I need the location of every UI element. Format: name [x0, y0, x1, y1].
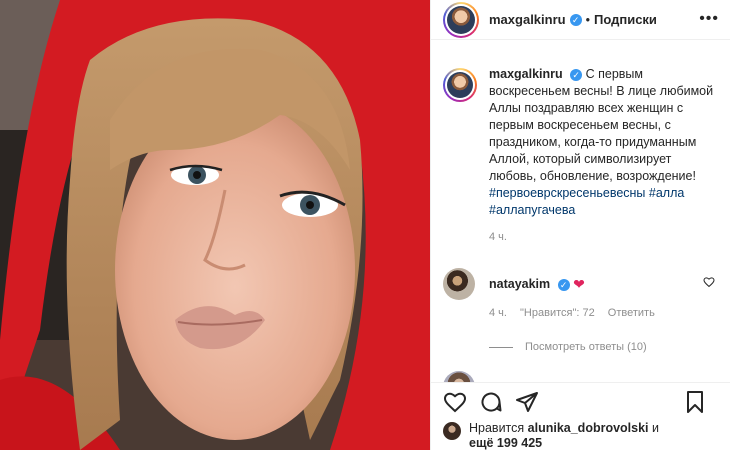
replies-divider	[489, 346, 513, 348]
post-header: maxgalkinru ✓ • Подписки •••	[431, 0, 730, 40]
verified-badge-icon: ✓	[570, 68, 583, 81]
author-username[interactable]: maxgalkinru	[489, 12, 566, 27]
liked-more-count[interactable]: ещё 199 425	[469, 436, 542, 450]
view-replies-label: Посмотреть ответы (10)	[525, 341, 647, 353]
liker-avatar[interactable]	[443, 422, 461, 440]
action-bar	[443, 387, 719, 417]
comments-section: maxgalkinru ✓ С первым воскресеньем весн…	[431, 66, 730, 382]
liked-prefix: Нравится	[469, 421, 525, 435]
like-heart-icon[interactable]	[443, 390, 467, 414]
commenter-username[interactable]: natayakim	[489, 277, 550, 291]
comment-body: natayakim ✓ ❤ 4 ч. "Нравится": 72 Ответи…	[489, 268, 705, 319]
liked-by-text: Нравится alunika_dobrovolski и ещё 199 4…	[469, 421, 659, 450]
bookmark-icon[interactable]	[683, 390, 707, 414]
post-photo[interactable]	[0, 0, 430, 450]
comment-body	[489, 371, 705, 382]
instagram-post-modal: maxgalkinru ✓ • Подписки ••• maxgalkinru…	[0, 0, 730, 450]
caption-text: С первым воскресеньем весны! В лице люби…	[489, 67, 714, 183]
author-avatar[interactable]	[443, 1, 479, 38]
liked-user[interactable]: alunika_dobrovolski	[528, 421, 649, 435]
caption-body: maxgalkinru ✓ С первым воскресеньем весн…	[489, 66, 719, 246]
reply-button[interactable]: Ответить	[608, 307, 655, 319]
liked-by-summary: Нравится alunika_dobrovolski и ещё 199 4…	[443, 421, 719, 450]
commenter-avatar[interactable]	[443, 371, 475, 382]
heart-emoji-icon: ❤	[573, 276, 585, 292]
selfie-image	[0, 0, 430, 450]
comment-bubble-icon[interactable]	[479, 390, 503, 414]
verified-badge-icon: ✓	[557, 278, 570, 291]
verified-badge-icon: ✓	[569, 13, 582, 26]
comment-item: natayakim ✓ ❤ 4 ч. "Нравится": 72 Ответи…	[431, 268, 730, 319]
following-button[interactable]: Подписки	[594, 12, 657, 27]
comment-meta: 4 ч. "Нравится": 72 Ответить	[489, 307, 705, 319]
liked-and: и	[652, 421, 659, 435]
caption-username[interactable]: maxgalkinru	[489, 67, 563, 81]
comment-time: 4 ч.	[489, 307, 507, 319]
post-actions: Нравится alunika_dobrovolski и ещё 199 4…	[431, 382, 730, 450]
separator-dot: •	[585, 12, 590, 27]
more-options-icon[interactable]: •••	[699, 11, 719, 27]
comment-item	[431, 371, 730, 382]
share-send-icon[interactable]	[515, 390, 539, 414]
view-replies-button[interactable]: Посмотреть ответы (10)	[489, 341, 730, 353]
caption-author-avatar[interactable]	[443, 68, 477, 102]
commenter-avatar[interactable]	[443, 268, 475, 300]
caption-time: 4 ч.	[489, 231, 507, 243]
post-sidebar: maxgalkinru ✓ • Подписки ••• maxgalkinru…	[430, 0, 730, 450]
comment-like-heart-icon[interactable]	[703, 276, 715, 288]
caption-block: maxgalkinru ✓ С первым воскресеньем весн…	[431, 66, 730, 246]
comment-likes[interactable]: "Нравится": 72	[520, 307, 595, 319]
caption-hashtags[interactable]: #первоеврскресеньевесны #алла #аллапугач…	[489, 185, 719, 219]
